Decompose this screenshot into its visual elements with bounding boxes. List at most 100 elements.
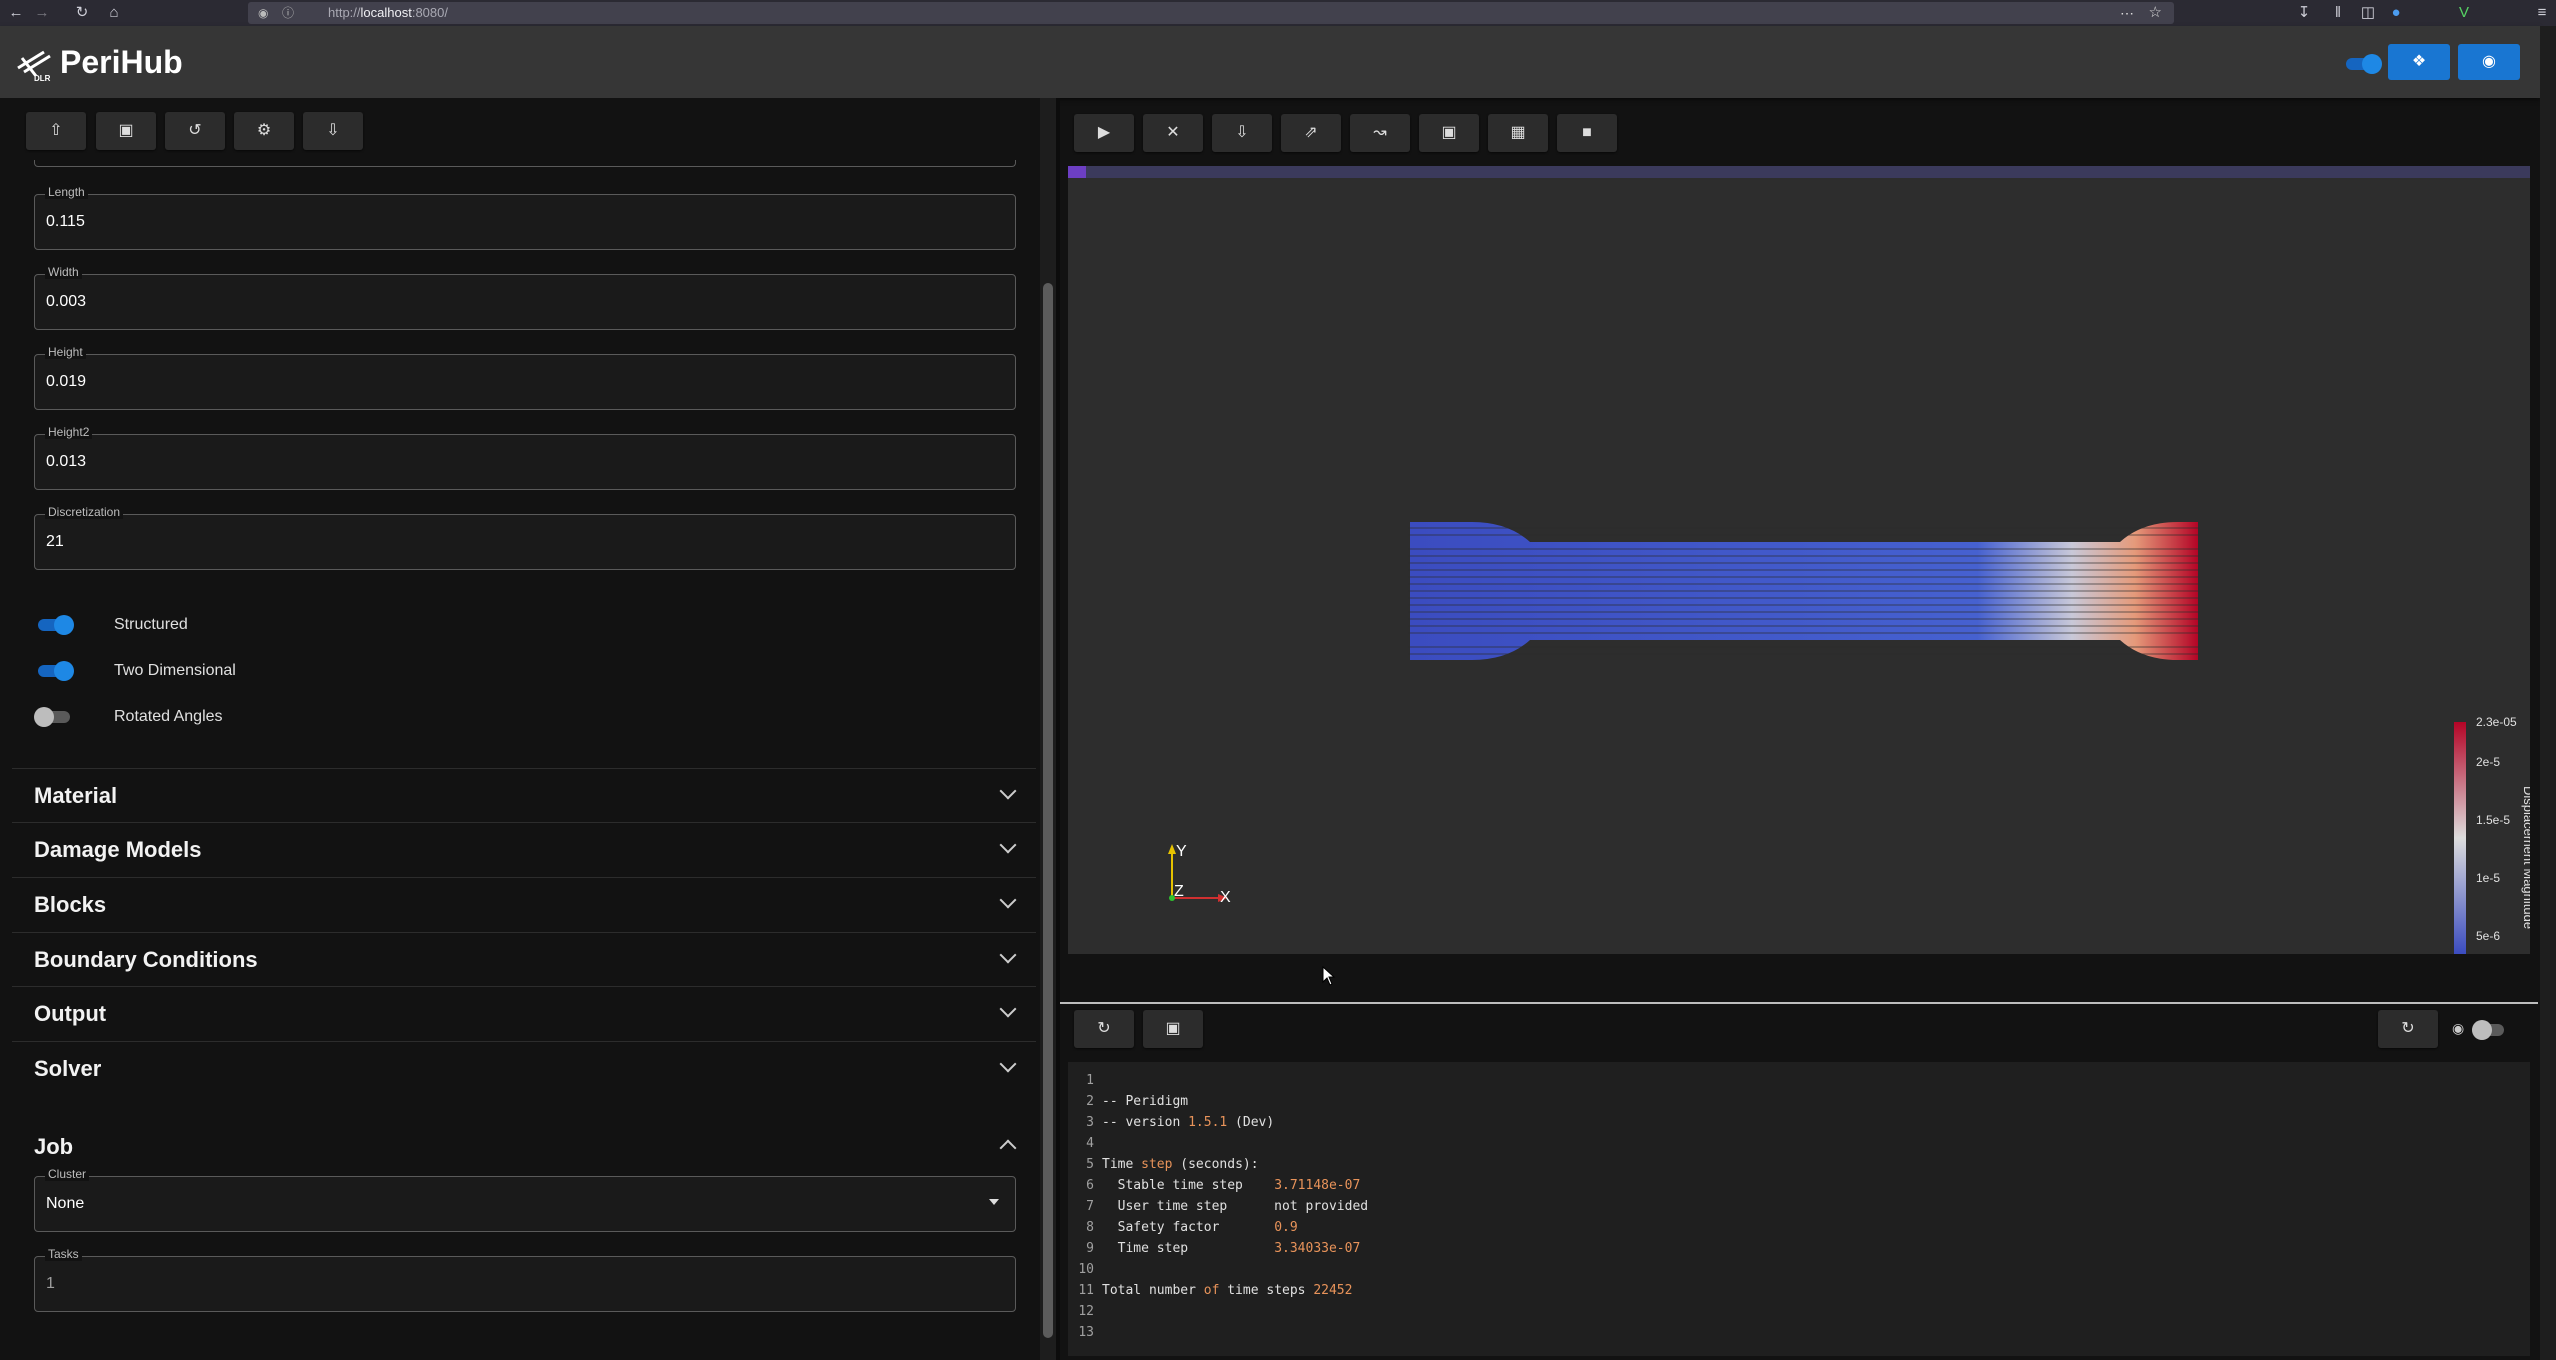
shield-icon: ◉ (258, 6, 269, 20)
chevron-down-icon (999, 891, 1017, 909)
log-text: Stable time step (1102, 1178, 1275, 1193)
height2-field[interactable]: Height2 0.013 (34, 425, 1016, 490)
left-pane-scrollbar[interactable] (1040, 98, 1056, 1360)
viewer-canvas: Y Z X 2.3e-05 2e-5 1.5e-5 1e-5 5e-6 Disp… (1168, 522, 2530, 954)
3d-viewer[interactable]: Y Z X 2.3e-05 2e-5 1.5e-5 1e-5 5e-6 Disp… (1068, 166, 2530, 954)
vue-devtools-icon[interactable]: V (2452, 0, 2476, 26)
extension-icon[interactable]: ● (2384, 0, 2408, 26)
panel-material[interactable]: Material (12, 768, 1036, 823)
downloads-icon[interactable]: ↧ (2292, 0, 2316, 26)
github-button[interactable]: ◉ (2458, 44, 2520, 80)
rotated-angles-switch[interactable]: Rotated Angles (34, 707, 223, 727)
chevron-down-icon (999, 1000, 1017, 1018)
save-icon: ▣ (1165, 1020, 1181, 1037)
app-title: PeriHub (60, 44, 183, 80)
line-number: 5 (1086, 1157, 1094, 1172)
axis-x-label: X (1220, 889, 1231, 906)
reset-button[interactable]: ↺ (165, 112, 225, 150)
menu-icon[interactable]: ≡ (2530, 0, 2554, 26)
chevron-down-icon (999, 1055, 1017, 1073)
axis-y-label: Y (1176, 843, 1187, 860)
reload-icon[interactable]: ↻ (70, 0, 94, 26)
discretization-field[interactable]: Discretization 21 (34, 505, 1016, 570)
log-text: Safety factor (1102, 1220, 1275, 1235)
log-line: 5 Time step (seconds): (1068, 1154, 1259, 1175)
panel-solver[interactable]: Solver (12, 1041, 1036, 1096)
colorbar: 2.3e-05 2e-5 1.5e-5 1e-5 5e-6 Displaceme… (2454, 715, 2530, 954)
dark-mode-toggle[interactable] (2342, 54, 2382, 74)
panel-output[interactable]: Output (12, 986, 1036, 1041)
log-text: -- Peridigm (1102, 1094, 1189, 1109)
two-dimensional-switch[interactable]: Two Dimensional (34, 661, 236, 681)
structured-switch[interactable]: Structured (34, 615, 188, 635)
log-line: 2 -- Peridigm (1068, 1091, 1188, 1112)
refresh-log-button[interactable]: ↻ (1074, 1010, 1134, 1048)
line-number: 9 (1086, 1241, 1094, 1256)
delete-button[interactable]: ■ (1557, 114, 1617, 152)
upload-button[interactable]: ⇧ (26, 112, 86, 150)
window-scrollbar[interactable] (2540, 26, 2556, 1360)
download-results-button[interactable]: ⇩ (1212, 114, 1272, 152)
log-text: 3.71148e-07 (1274, 1178, 1361, 1193)
line-number: 1 (1086, 1073, 1094, 1088)
line-number: 13 (1078, 1325, 1094, 1340)
pane-divider[interactable] (1056, 98, 1060, 1360)
chevron-down-icon (999, 946, 1017, 964)
gitlab-button[interactable]: ❖ (2388, 44, 2450, 80)
cancel-button[interactable]: ✕ (1143, 114, 1203, 152)
panel-damage-models[interactable]: Damage Models (12, 822, 1036, 877)
chevron-down-icon (999, 782, 1017, 800)
log-line: 12 (1068, 1301, 1102, 1322)
download-icon: ⇩ (326, 122, 340, 139)
log-line: 9 Time step 3.34033e-07 (1068, 1238, 1360, 1259)
log-output[interactable]: 1 2 -- Peridigm 3 -- version 1.5.1 (Dev) 4 5 Ti… (1068, 1062, 2530, 1356)
colorbar-tick: 5e-6 (2476, 929, 2500, 943)
texture-button[interactable]: ▦ (1488, 114, 1548, 152)
length-field[interactable]: Length 0.115 (34, 185, 1016, 250)
tasks-field[interactable]: Tasks 1 (34, 1247, 1016, 1312)
panel-job[interactable]: Job (12, 1120, 1036, 1174)
height-field[interactable]: Height 0.019 (34, 345, 1016, 410)
colorbar-title: Displacement Magnitude (2521, 786, 2530, 929)
panel-boundary-conditions[interactable]: Boundary Conditions (12, 932, 1036, 987)
save-log-button[interactable]: ▣ (1143, 1010, 1203, 1048)
log-line: 1 (1068, 1070, 1102, 1091)
sidebar-icon[interactable]: ◫ (2356, 0, 2380, 26)
github-icon: ◉ (2482, 53, 2496, 70)
panel-blocks[interactable]: Blocks (12, 877, 1036, 932)
line-number: 4 (1086, 1136, 1094, 1151)
back-icon[interactable]: ← (4, 0, 28, 26)
auto-refresh-button[interactable]: ↻ (2378, 1010, 2438, 1048)
settings-button[interactable]: ⚙ (234, 112, 294, 150)
cluster-select[interactable]: Cluster None (34, 1167, 1016, 1232)
more-icon[interactable]: ⋯ (2120, 2, 2134, 24)
refresh-icon: ↻ (2401, 1020, 2415, 1037)
scrollbar-thumb[interactable] (1043, 283, 1053, 1338)
download-icon: ⇩ (1235, 124, 1249, 141)
log-text: (seconds): (1172, 1157, 1259, 1172)
orientation-axes: Y Z X (1168, 843, 1231, 906)
url-text: http://localhost:8080/ (328, 5, 448, 20)
url-bar[interactable]: ◉ ⓘ http://localhost:8080/ ⋯ ☆ (248, 2, 2174, 24)
log-visibility-toggle[interactable]: ◉ (2452, 1020, 2512, 1040)
log-text: Total number (1102, 1283, 1204, 1298)
chevron-down-icon (999, 836, 1017, 854)
forward-icon[interactable]: → (30, 0, 54, 26)
open-external-button[interactable]: ⇗ (1281, 114, 1341, 152)
bookmark-star-icon[interactable]: ☆ (2149, 2, 2162, 24)
home-icon[interactable]: ⌂ (102, 0, 126, 26)
library-icon[interactable]: ‖ (2326, 0, 2350, 26)
log-text: 0.9 (1274, 1220, 1298, 1235)
log-line: 13 (1068, 1322, 1102, 1343)
horizontal-splitter[interactable] (1060, 1002, 2538, 1004)
download-button[interactable]: ⇩ (303, 112, 363, 150)
mouse-cursor-icon (1322, 966, 1336, 986)
log-text: 3.34033e-07 (1274, 1241, 1361, 1256)
run-button[interactable]: ▶ (1074, 114, 1134, 152)
chart-button[interactable]: ↝ (1350, 114, 1410, 152)
log-text: 22452 (1313, 1283, 1353, 1298)
width-field[interactable]: Width 0.003 (34, 265, 1016, 330)
save-button[interactable]: ▣ (96, 112, 156, 150)
image-button[interactable]: ▣ (1419, 114, 1479, 152)
model-settings-pane: ⇧ ▣ ↺ ⚙ ⇩ Length 0.115 Width 0.003 Heigh… (0, 98, 1040, 1360)
